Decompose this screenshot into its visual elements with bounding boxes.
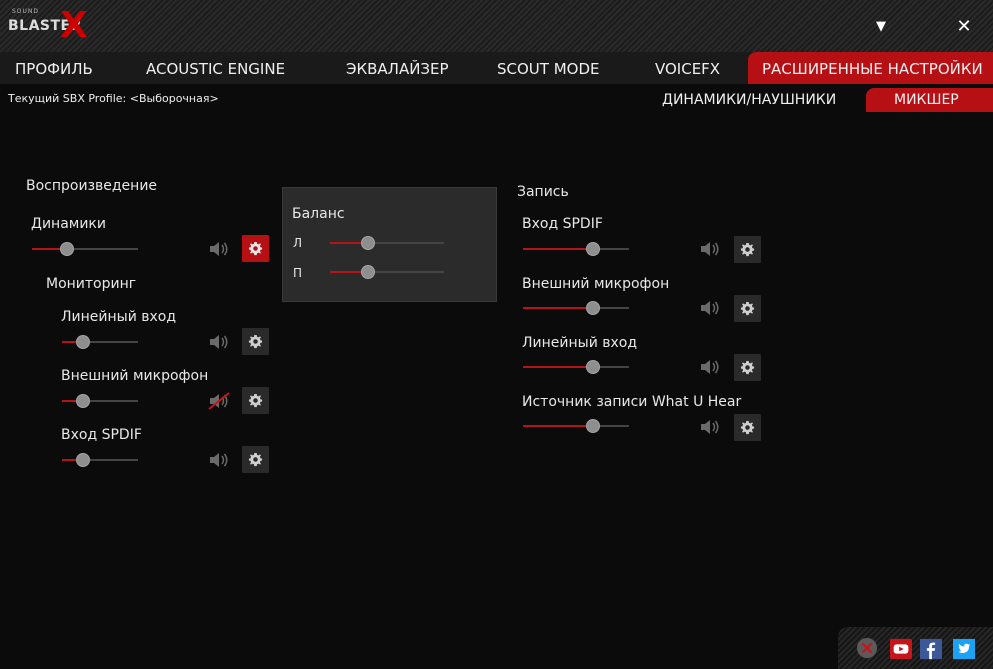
monitor-line-in-slider[interactable] [62, 335, 138, 349]
monitor-spdif-slider[interactable] [62, 453, 138, 467]
muted-speaker-icon[interactable] [208, 392, 230, 410]
balance-popup: Баланс Л П [282, 187, 497, 302]
slider-knob[interactable] [360, 265, 375, 279]
slider-knob[interactable] [59, 242, 74, 256]
facebook-icon[interactable] [920, 638, 942, 660]
nav-voicefx[interactable]: VOICEFX [655, 52, 720, 84]
slider-knob[interactable] [585, 242, 600, 256]
close-icon[interactable] [856, 637, 878, 659]
slider-knob[interactable] [585, 419, 600, 433]
speaker-icon[interactable] [208, 451, 230, 469]
subtab-mixer[interactable]: МИКШЕР [866, 88, 993, 112]
sub-bar: Текущий SBX Profile: <Выборочная> ДИНАМИ… [0, 84, 993, 112]
slider-knob[interactable] [585, 360, 600, 374]
slider-knob[interactable] [76, 394, 91, 408]
close-icon: ✕ [956, 15, 972, 37]
logo-x: X [60, 5, 88, 46]
rec-ext-mic-settings-button[interactable] [734, 295, 761, 322]
recording-title: Запись [517, 184, 569, 200]
balance-right-label: П [293, 266, 303, 280]
speaker-icon[interactable] [699, 418, 721, 436]
rec-ext-mic-label: Внешний микрофон [522, 276, 670, 292]
nav-advanced-settings[interactable]: РАСШИРЕННЫЕ НАСТРОЙКИ [748, 52, 993, 84]
gear-icon [248, 241, 263, 256]
slider-knob[interactable] [76, 335, 91, 349]
speaker-icon[interactable] [699, 358, 721, 376]
speaker-icon[interactable] [208, 333, 230, 351]
balance-title: Баланс [292, 206, 345, 222]
gear-icon [248, 334, 263, 349]
twitter-icon[interactable] [953, 638, 975, 660]
speaker-icon[interactable] [699, 240, 721, 258]
nav-equalizer[interactable]: ЭКВАЛАЙЗЕР [346, 52, 449, 84]
nav-profile[interactable]: ПРОФИЛЬ [15, 52, 93, 84]
speakers-settings-button[interactable] [242, 235, 269, 262]
speakers-volume-slider[interactable] [32, 242, 138, 256]
gear-icon [740, 360, 755, 375]
rec-line-in-slider[interactable] [523, 360, 629, 374]
rec-spdif-slider[interactable] [523, 242, 629, 256]
playback-title: Воспроизведение [26, 178, 158, 194]
logo-sub: SOUND [12, 8, 40, 15]
speaker-icon[interactable] [208, 240, 230, 258]
nav-scout-mode[interactable]: SCOUT MODE [497, 52, 600, 84]
speakers-label: Динамики [31, 216, 106, 232]
dropdown-button[interactable]: ▼ [869, 14, 893, 38]
monitor-ext-mic-settings-button[interactable] [242, 387, 269, 414]
monitor-ext-mic-slider[interactable] [62, 394, 138, 408]
gear-icon [740, 301, 755, 316]
monitoring-title: Мониторинг [46, 276, 137, 292]
balance-right-slider[interactable] [330, 265, 444, 279]
speaker-icon[interactable] [699, 299, 721, 317]
main-nav: ПРОФИЛЬ ACOUSTIC ENGINE ЭКВАЛАЙЗЕР SCOUT… [0, 52, 993, 84]
monitor-ext-mic-label: Внешний микрофон [61, 368, 209, 384]
gear-icon [248, 393, 263, 408]
balance-left-label: Л [293, 236, 303, 250]
rec-what-u-hear-settings-button[interactable] [734, 414, 761, 441]
slider-knob[interactable] [76, 453, 91, 467]
monitor-line-in-label: Линейный вход [61, 309, 177, 325]
slider-knob[interactable] [585, 301, 600, 315]
title-bar: SOUND BLASTER X ▼ ✕ [0, 0, 993, 52]
rec-what-u-hear-label: Источник записи What U Hear [522, 394, 742, 410]
gear-icon [740, 420, 755, 435]
rec-line-in-settings-button[interactable] [734, 354, 761, 381]
close-window-button[interactable]: ✕ [952, 14, 976, 38]
rec-spdif-settings-button[interactable] [734, 236, 761, 263]
rec-spdif-label: Вход SPDIF [522, 216, 603, 232]
rec-ext-mic-slider[interactable] [523, 301, 629, 315]
dropdown-icon: ▼ [876, 18, 886, 34]
gear-icon [740, 242, 755, 257]
slider-knob[interactable] [360, 236, 375, 250]
social-footer [838, 627, 993, 669]
rec-what-u-hear-slider[interactable] [523, 419, 629, 433]
current-profile-label: Текущий SBX Profile: <Выборочная> [8, 92, 219, 105]
monitor-spdif-settings-button[interactable] [242, 446, 269, 473]
sound-blasterx-logo: SOUND BLASTER X [6, 6, 96, 46]
gear-icon [248, 452, 263, 467]
monitor-spdif-label: Вход SPDIF [61, 427, 142, 443]
subtab-speakers-headphones[interactable]: ДИНАМИКИ/НАУШНИКИ [662, 88, 836, 112]
nav-acoustic-engine[interactable]: ACOUSTIC ENGINE [146, 52, 285, 84]
balance-left-slider[interactable] [330, 236, 444, 250]
youtube-icon[interactable] [890, 638, 912, 660]
monitor-line-in-settings-button[interactable] [242, 328, 269, 355]
rec-line-in-label: Линейный вход [522, 335, 638, 351]
